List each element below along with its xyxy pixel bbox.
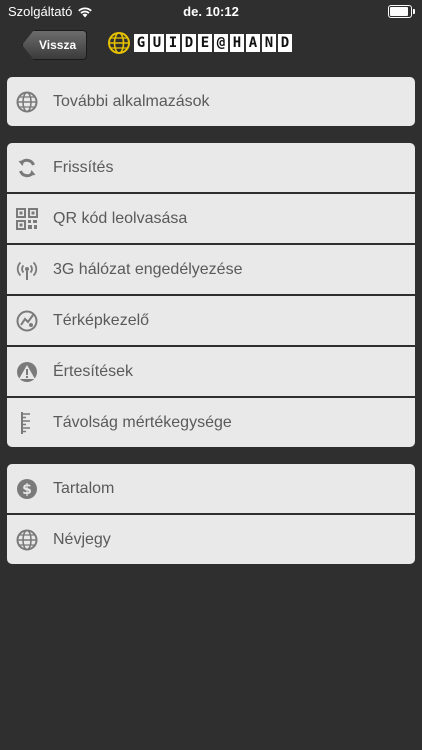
menu-item-map-manager[interactable]: Térképkezelő [7,294,415,345]
globe-icon [15,528,39,552]
menu-item-content[interactable]: $ Tartalom [7,464,415,513]
refresh-icon [15,156,39,180]
logo-letter: U [150,34,164,52]
menu-item-label: Térképkezelő [53,311,150,329]
back-button[interactable]: Vissza [22,30,88,60]
menu-item-more-apps[interactable]: További alkalmazások [7,77,415,126]
logo-letter: @ [214,34,228,52]
menu-item-label: QR kód leolvasása [53,209,188,227]
menu-item-label: Tartalom [53,479,115,497]
battery-icon [388,5,415,18]
status-time: de. 10:12 [183,4,239,19]
globe-icon [15,90,39,114]
menu-item-label: Távolság mértékegysége [53,413,232,431]
warning-icon [15,360,39,384]
menu-item-qr-scan[interactable]: QR kód leolvasása [7,192,415,243]
ruler-icon [15,411,39,435]
status-bar: Szolgáltató de. 10:12 [0,0,422,24]
logo-letter: E [198,34,212,52]
logo-letter: G [134,34,148,52]
nav-bar: Vissza G U I D E @ H A N D [0,24,422,66]
menu-item-3g-network[interactable]: 3G hálózat engedélyezése [7,243,415,294]
logo-letter: N [262,34,276,52]
map-icon [15,309,39,333]
app-logo: G U I D E @ H A N D [108,32,292,54]
svg-text:$: $ [22,482,32,498]
menu-item-label: További alkalmazások [53,92,210,110]
menu-group-apps: További alkalmazások [7,77,415,126]
qr-code-icon [15,207,39,231]
logo-wordmark: G U I D E @ H A N D [134,34,292,52]
logo-letter: D [182,34,196,52]
menu-item-label: Névjegy [53,530,111,548]
menu-item-label: 3G hálózat engedélyezése [53,260,243,278]
menu-item-label: Értesítések [53,362,134,380]
logo-letter: I [166,34,180,52]
menu-item-label: Frissítés [53,158,114,176]
dollar-icon: $ [15,477,39,501]
antenna-icon [15,258,39,282]
logo-letter: D [278,34,292,52]
menu-item-distance-unit[interactable]: Távolság mértékegysége [7,396,415,447]
menu-group-settings: Frissítés QR kód leolvasása 3G hálózat e… [7,143,415,447]
logo-letter: H [230,34,244,52]
logo-letter: A [246,34,260,52]
menu-item-about[interactable]: Névjegy [7,513,415,564]
menu-item-refresh[interactable]: Frissítés [7,143,415,192]
logo-globe-icon [108,32,130,54]
menu-group-info: $ Tartalom Névjegy [7,464,415,564]
menu-item-notifications[interactable]: Értesítések [7,345,415,396]
